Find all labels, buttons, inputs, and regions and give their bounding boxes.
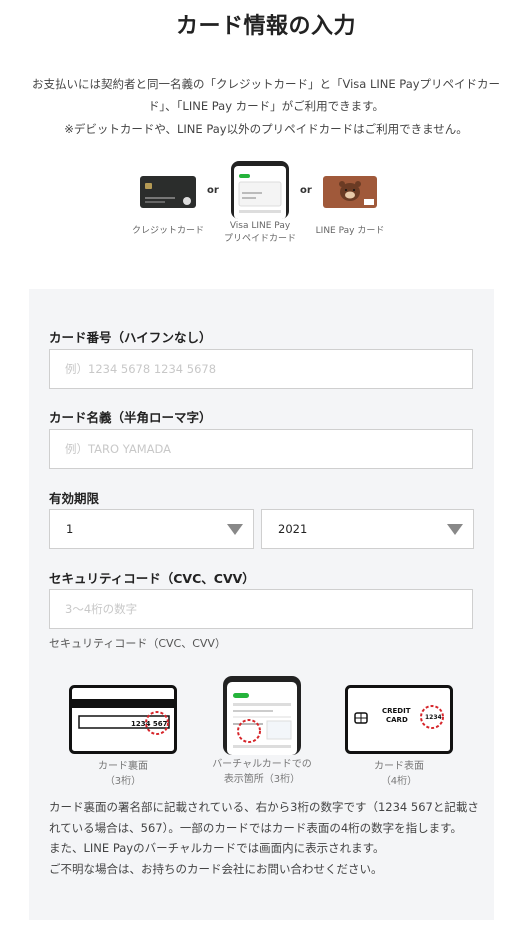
- card-name-input[interactable]: [49, 429, 473, 469]
- expiry-month-select[interactable]: 1: [49, 509, 254, 549]
- card-front-text-1: CREDIT: [382, 707, 411, 715]
- dropdown-arrow-icon: [227, 524, 243, 535]
- dropdown-arrow-icon: [447, 524, 463, 535]
- card-front-caption-1: カード表面: [374, 761, 424, 772]
- card-front-number: 1234: [425, 714, 442, 721]
- card-back-illustration: 1234 567 カード裏面 （3桁）: [69, 685, 177, 789]
- card-name-label: カード名義（半角ローマ字）: [49, 410, 212, 425]
- visa-line-pay-label-1: Visa LINE Pay: [229, 221, 291, 231]
- cvc-description-line-3: ご不明な場合は、お持ちのカード会社にお問い合わせください。: [49, 861, 383, 876]
- phone-icon: [231, 161, 289, 219]
- line-pay-card-icon: [323, 176, 377, 208]
- page-title: カード情報の入力: [175, 14, 356, 39]
- intro-text: お支払いには契約者と同一名義の「クレジットカード」と「Visa LINE Pay…: [31, 77, 501, 113]
- cvc-label: セキュリティコード（CVC、CVV）: [49, 571, 255, 586]
- credit-card-icon: [140, 176, 196, 208]
- line-pay-card-option: LINE Pay カード: [310, 175, 390, 238]
- virtual-card-phone-icon: [223, 676, 301, 755]
- card-front-icon: CREDIT CARD 1234: [345, 685, 453, 754]
- cvc-description-line-1: カード裏面の署名部に記載されている、右から3桁の数字です（1234 567と記載…: [49, 800, 479, 835]
- card-back-number: 1234 567: [131, 720, 168, 728]
- card-number-label: カード番号（ハイフンなし）: [49, 330, 212, 345]
- card-form-panel: カード番号（ハイフンなし） カード名義（半角ローマ字） 有効期限 1 2021 …: [29, 289, 494, 920]
- virtual-card-caption-2: 表示箇所（3桁）: [223, 774, 301, 785]
- virtual-card-illustration: バーチャルカードでの 表示箇所（3桁）: [207, 675, 317, 787]
- cvc-description-line-2: また、LINE Payのバーチャルカードでは画面内に表示されます。: [49, 841, 385, 855]
- card-front-caption-2: （4桁）: [380, 776, 418, 787]
- line-pay-card-label: LINE Pay カード: [315, 226, 385, 236]
- card-back-caption-1: カード裏面: [98, 761, 148, 772]
- notice-text: ※デビットカードや、LINE Pay以外のプリペイドカードはご利用できません。: [64, 122, 468, 136]
- expiry-label: 有効期限: [49, 491, 100, 506]
- card-back-caption-2: （3桁）: [104, 776, 142, 787]
- expiry-year-value: 2021: [278, 522, 308, 536]
- card-front-illustration: CREDIT CARD 1234 カード表面 （4桁）: [345, 685, 453, 789]
- visa-line-pay-label-2: プリペイドカード: [223, 234, 296, 244]
- cvc-description: カード裏面の署名部に記載されている、右から3桁の数字です（1234 567と記載…: [49, 797, 479, 879]
- credit-card-label: クレジットカード: [131, 226, 204, 236]
- card-number-input[interactable]: [49, 349, 473, 389]
- virtual-card-caption-1: バーチャルカードでの: [212, 759, 312, 770]
- visa-line-pay-option: Visa LINE Pay プリペイドカード: [218, 160, 302, 246]
- card-back-icon: 1234 567: [69, 685, 177, 754]
- expiry-month-value: 1: [66, 522, 74, 536]
- expiry-year-select[interactable]: 2021: [261, 509, 474, 549]
- cvc-help-label: セキュリティコード（CVC、CVV）: [49, 637, 226, 650]
- accepted-cards: クレジットカード or Visa LINE Pay プリペイドカード or LI…: [0, 160, 532, 260]
- card-front-text-2: CARD: [386, 716, 408, 724]
- cvc-input[interactable]: [49, 589, 473, 629]
- credit-card-option: クレジットカード: [128, 175, 208, 238]
